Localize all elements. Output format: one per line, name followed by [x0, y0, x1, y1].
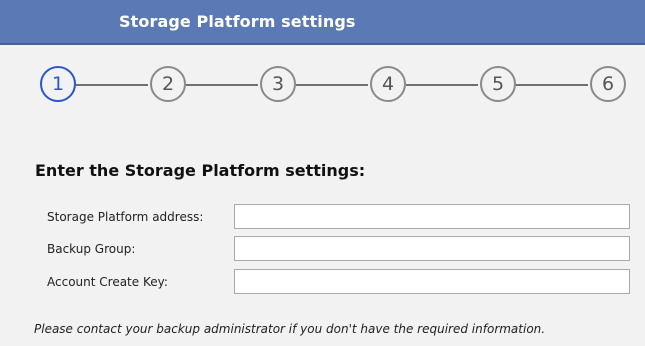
- account-create-key-label: Account Create Key:: [47, 275, 168, 289]
- step-connector: [406, 84, 478, 86]
- title-bar: Storage Platform settings: [0, 0, 645, 45]
- backup-group-label: Backup Group:: [47, 242, 136, 256]
- form-heading: Enter the Storage Platform settings:: [35, 161, 366, 180]
- step-1-indicator: 1: [40, 66, 76, 102]
- step-connector: [76, 84, 148, 86]
- help-note: Please contact your backup administrator…: [34, 322, 546, 336]
- step-connector: [296, 84, 368, 86]
- step-6-indicator: 6: [590, 66, 626, 102]
- step-5-indicator: 5: [480, 66, 516, 102]
- storage-platform-address-input[interactable]: [234, 204, 630, 229]
- window-title: Storage Platform settings: [119, 12, 356, 31]
- step-3-indicator: 3: [260, 66, 296, 102]
- storage-platform-address-label: Storage Platform address:: [47, 210, 204, 224]
- step-connector: [516, 84, 588, 86]
- account-create-key-input[interactable]: [234, 269, 630, 294]
- backup-group-input[interactable]: [234, 236, 630, 261]
- wizard-stepper: 1 2 3 4 5 6: [0, 60, 645, 110]
- step-4-indicator: 4: [370, 66, 406, 102]
- step-2-indicator: 2: [150, 66, 186, 102]
- step-connector: [186, 84, 258, 86]
